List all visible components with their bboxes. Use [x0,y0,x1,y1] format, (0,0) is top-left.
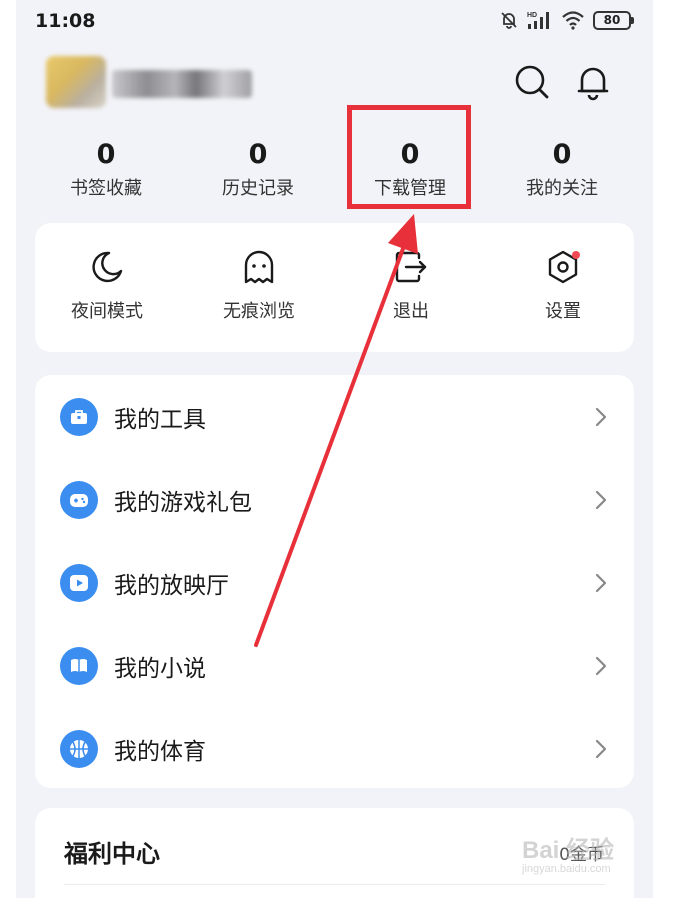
watermark-url: jingyan.baidu.com [522,863,611,875]
chevron-right-icon [595,490,607,509]
menu-item-label: 我的工具 [114,406,206,433]
left-margin [0,0,16,898]
stat-label: 历史记录 [222,178,294,199]
stat-value: 0 [248,139,268,170]
network-type-label: HD [527,12,537,19]
username-blurred[interactable] [112,70,252,98]
menu-item-game-gifts[interactable]: 我的游戏礼包 [35,458,634,541]
wifi-icon [562,11,584,30]
settings-icon [548,250,580,284]
search-icon[interactable] [512,62,552,102]
settings-button[interactable]: 设置 [503,249,623,323]
stat-label: 我的关注 [526,178,598,199]
logout-button[interactable]: 退出 [351,249,471,323]
stat-bookmarks[interactable]: 0 书签收藏 [46,138,166,200]
menu-item-label: 我的游戏礼包 [114,489,252,516]
book-icon [60,646,98,685]
incognito-button[interactable]: 无痕浏览 [199,249,319,323]
menu-item-label: 我的小说 [114,655,206,682]
battery-indicator: 80 [593,10,634,30]
avatar[interactable] [46,56,106,108]
exit-icon [395,251,427,283]
quick-action-label: 设置 [545,301,581,322]
right-margin [671,0,687,898]
play-icon [60,563,98,602]
phone-screen: 11:08 HD 80 0 书签收藏 0 历史记录 0 下载管理 0 我的关注 … [16,0,653,898]
stat-history[interactable]: 0 历史记录 [198,138,318,200]
status-time: 11:08 [35,10,96,32]
menu-card: 我的工具 我的游戏礼包 我的放映厅 我的小说 我的体育 [35,375,634,788]
status-bar: 11:08 HD 80 [16,0,653,44]
stat-following[interactable]: 0 我的关注 [502,138,622,200]
chevron-right-icon [595,407,607,426]
menu-item-tools[interactable]: 我的工具 [35,375,634,458]
menu-item-theater[interactable]: 我的放映厅 [35,541,634,624]
stat-value: 0 [96,139,116,170]
quick-action-label: 无痕浏览 [223,301,295,322]
welfare-title: 福利中心 [64,840,160,868]
menu-item-sports[interactable]: 我的体育 [35,707,634,790]
gamepad-icon [60,480,98,519]
menu-item-novels[interactable]: 我的小说 [35,624,634,707]
quick-action-label: 夜间模式 [71,301,143,322]
ghost-icon [244,250,274,284]
highlight-annotation-box [347,105,471,209]
chevron-right-icon [595,656,607,675]
stat-label: 书签收藏 [70,178,142,199]
notification-dot [572,251,580,259]
toolbox-icon [60,397,98,436]
mute-bell-icon [501,12,517,29]
chevron-right-icon [595,739,607,758]
baidu-jingyan-watermark: Bai 经验 jingyan.baidu.com [522,830,614,875]
menu-item-label: 我的体育 [114,738,206,765]
bell-icon[interactable] [573,62,613,102]
stat-value: 0 [552,139,572,170]
quick-action-label: 退出 [393,301,429,322]
night-mode-button[interactable]: 夜间模式 [47,249,167,323]
watermark-logo: Bai 经验 [522,837,615,864]
quick-actions-card: 夜间模式 无痕浏览 退出 设置 [35,223,634,352]
menu-item-label: 我的放映厅 [114,572,229,599]
moon-icon [92,251,123,283]
chevron-right-icon [595,573,607,592]
basketball-icon [60,729,98,768]
status-icons: HD 80 [499,10,634,30]
divider [64,884,605,885]
signal-icon: HD [527,12,549,29]
